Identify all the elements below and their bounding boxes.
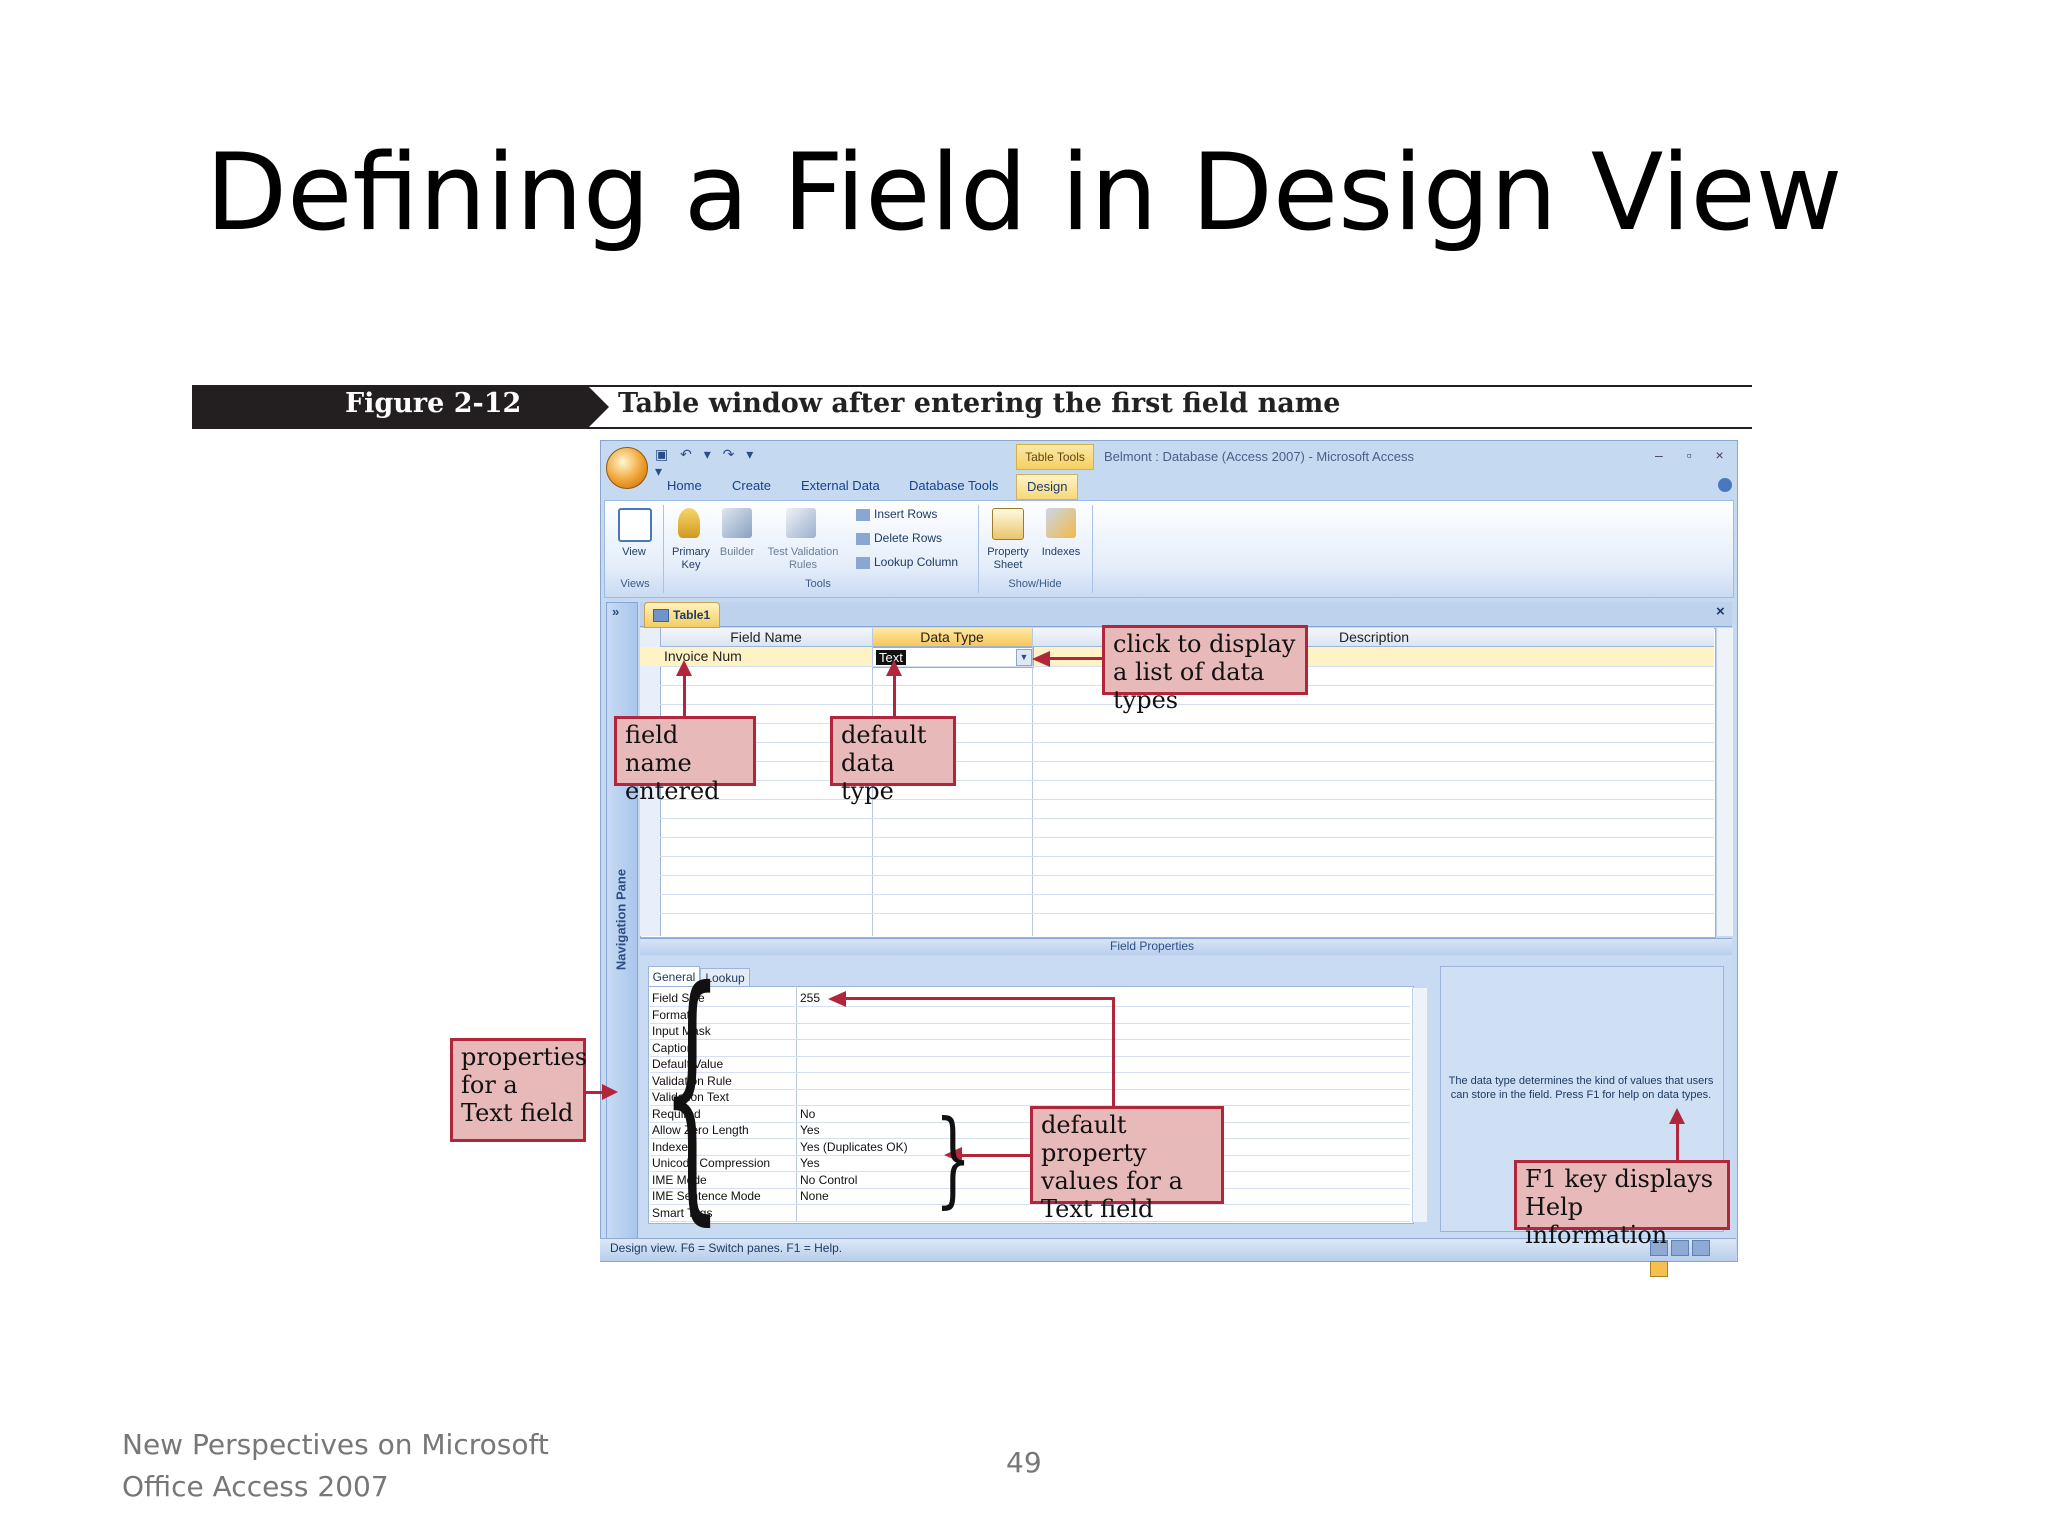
- navigation-pane-label: Navigation Pane: [613, 868, 629, 971]
- property-row-line: [650, 1072, 1410, 1073]
- office-button[interactable]: [606, 447, 648, 489]
- arrow-head: [828, 991, 846, 1007]
- builder-icon: [722, 508, 752, 538]
- indexes-button[interactable]: Indexes: [1036, 546, 1086, 559]
- builder-button[interactable]: Builder: [716, 546, 758, 559]
- callout-data-types: click to display a list of data types: [1102, 625, 1308, 714]
- figure-caption: Table window after entering the first fi…: [618, 388, 1341, 419]
- status-text: Design view. F6 = Switch panes. F1 = Hel…: [610, 1241, 843, 1255]
- quick-access-toolbar[interactable]: ▣ ↶ ▾ ↷ ▾ ▾: [655, 446, 775, 479]
- property-value[interactable]: Yes: [800, 1155, 820, 1171]
- property-row-line: [650, 1220, 1410, 1222]
- page-number: 49: [1006, 1446, 1042, 1479]
- tab-create[interactable]: Create: [722, 474, 781, 498]
- view-icon: [618, 508, 652, 542]
- arrow-line: [893, 672, 896, 716]
- slide-title: Defining a Field in Design View: [205, 131, 1843, 254]
- design-view-icon[interactable]: [1650, 1261, 1668, 1277]
- arrow-line: [683, 672, 686, 716]
- context-tab-table-tools: Table Tools: [1016, 444, 1094, 470]
- help-icon[interactable]: [1718, 478, 1732, 492]
- insert-rows-button[interactable]: Insert Rows: [856, 507, 937, 521]
- grid-row-line: [660, 780, 1714, 781]
- grid-row-line: [660, 799, 1714, 800]
- close-icon[interactable]: ×: [1716, 603, 1725, 620]
- callout-text-properties: properties for a Text field: [450, 1038, 587, 1142]
- tab-design[interactable]: Design: [1016, 474, 1079, 500]
- table-icon: [653, 609, 669, 622]
- arrow-head: [1669, 1108, 1685, 1124]
- grid-row-line: [660, 856, 1714, 857]
- property-row-line: [650, 1088, 1410, 1090]
- show-hide-group-label: Show/Hide: [1008, 578, 1062, 590]
- arrow-head: [886, 660, 902, 676]
- property-value[interactable]: None: [800, 1188, 829, 1204]
- arrow-head: [1032, 651, 1050, 667]
- brace: {: [661, 933, 722, 1248]
- grid-row-line: [660, 818, 1714, 819]
- property-row-line: [650, 1039, 1410, 1040]
- property-row-line: [650, 1022, 1410, 1024]
- property-value[interactable]: No Control: [800, 1172, 857, 1188]
- column-header-field-name: Field Name: [730, 629, 802, 645]
- arrow-head: [676, 660, 692, 676]
- property-value[interactable]: Yes (Duplicates OK): [800, 1139, 908, 1155]
- ribbon-tabs: Home Create External Data Database Tools…: [655, 474, 1735, 500]
- view-button[interactable]: View: [612, 546, 656, 559]
- chevron-right-icon[interactable]: »: [612, 604, 619, 619]
- grid-row-line: [660, 761, 1714, 762]
- grid-row-line: [660, 837, 1714, 838]
- grid-row-line: [660, 742, 1714, 743]
- key-icon: [678, 508, 700, 538]
- test-validation-rules-button[interactable]: Test Validation Rules: [760, 546, 846, 572]
- property-scrollbar[interactable]: [1412, 988, 1427, 1222]
- arrow-line: [1048, 657, 1102, 660]
- document-tab-bar: [640, 602, 1732, 627]
- pivot-table-icon[interactable]: [1671, 1240, 1689, 1256]
- property-sheet-button[interactable]: Property Sheet: [980, 546, 1036, 572]
- field-properties-label: Field Properties: [1110, 939, 1195, 953]
- tools-group-label: Tools: [805, 578, 831, 590]
- arrow-head: [602, 1084, 618, 1100]
- help-text: The data type determines the kind of val…: [1448, 1075, 1714, 1101]
- tab-database-tools[interactable]: Database Tools: [899, 474, 1008, 498]
- callout-field-name: field name entered: [614, 716, 756, 805]
- grid-row-line: [660, 913, 1714, 914]
- figure-label: Figure 2-12: [345, 388, 522, 419]
- test-validation-icon: [786, 508, 816, 538]
- property-row-line: [650, 1055, 1410, 1057]
- property-value[interactable]: No: [800, 1106, 815, 1122]
- pivot-chart-icon[interactable]: [1692, 1240, 1710, 1256]
- property-value[interactable]: Yes: [800, 1122, 820, 1138]
- indexes-icon: [1046, 508, 1076, 538]
- arrow-line: [1676, 1122, 1679, 1160]
- column-header-data-type: Data Type: [920, 629, 984, 645]
- callout-default-values: default property values for a Text field: [1030, 1106, 1224, 1223]
- property-row-line: [650, 1006, 1410, 1007]
- grid-scrollbar[interactable]: [1716, 628, 1733, 936]
- delete-rows-button[interactable]: Delete Rows: [856, 531, 942, 545]
- window-controls[interactable]: – ▫ ×: [1655, 447, 1734, 463]
- tab-home[interactable]: Home: [657, 474, 712, 498]
- property-value[interactable]: 255: [800, 990, 820, 1006]
- views-group-label: Views: [620, 578, 650, 590]
- footer-text: New Perspectives on Microsoft Office Acce…: [122, 1428, 549, 1503]
- arrow-line: [1112, 997, 1115, 1106]
- grid-row-line: [660, 875, 1714, 876]
- grid-row-line: [660, 894, 1714, 895]
- callout-default-type: default data type: [830, 716, 956, 805]
- chevron-down-icon[interactable]: ▼: [1016, 649, 1032, 666]
- grid-row-line: [660, 723, 1714, 724]
- tab-external-data[interactable]: External Data: [791, 474, 890, 498]
- callout-f1-help: F1 key displays Help information: [1514, 1160, 1730, 1249]
- window-title: Belmont : Database (Access 2007) - Micro…: [1104, 449, 1414, 464]
- brace: }: [934, 1097, 972, 1219]
- primary-key-button[interactable]: Primary Key: [668, 546, 714, 572]
- grid-row-line: [660, 704, 1714, 705]
- arrow-line: [846, 997, 1114, 1000]
- property-row-line: [650, 1204, 1410, 1205]
- property-sheet-icon: [992, 508, 1024, 540]
- tab-table1[interactable]: Table1: [644, 602, 720, 628]
- lookup-column-button[interactable]: Lookup Column: [856, 555, 958, 569]
